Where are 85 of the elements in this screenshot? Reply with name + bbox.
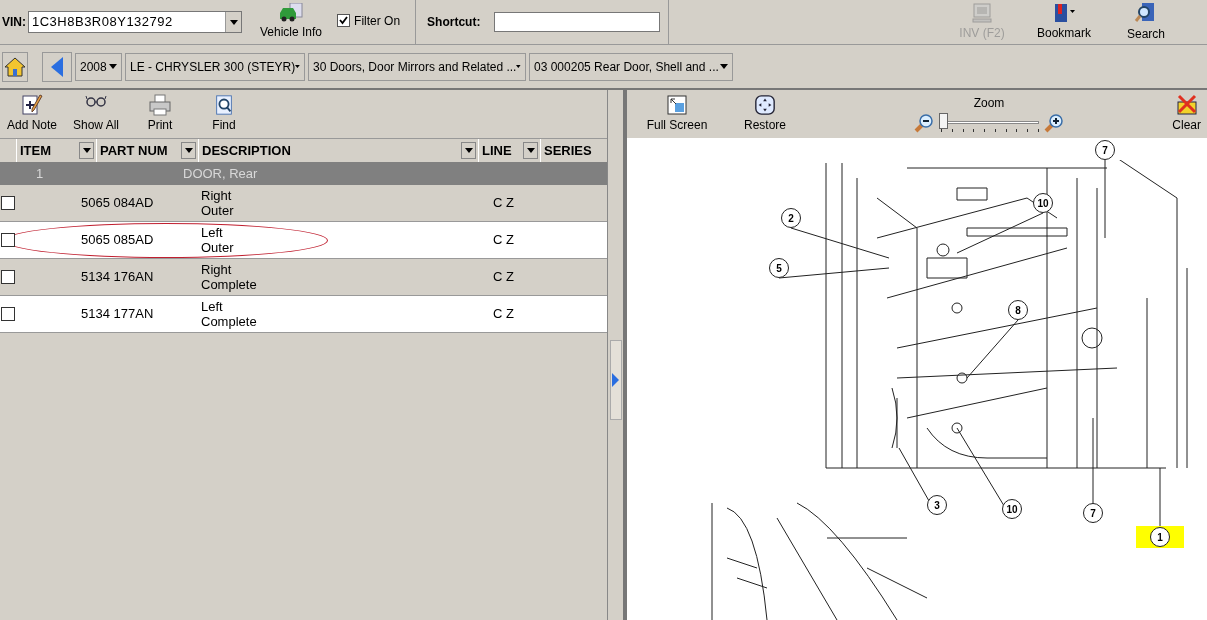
line-code: C Z (493, 194, 514, 213)
row-checkbox[interactable] (1, 307, 15, 321)
zoom-slider[interactable] (937, 112, 1041, 134)
callout-number[interactable]: 2 (780, 207, 802, 229)
filter-checkbox[interactable] (337, 14, 351, 27)
back-arrow-icon (50, 55, 64, 78)
dropdown-caret-icon (82, 148, 91, 153)
part-row[interactable]: 5065 085AD Left Outer C Z (0, 222, 607, 259)
vin-field[interactable]: 1C3H8B3R08Y132792 (28, 11, 242, 33)
callout-number[interactable]: 10 (1032, 192, 1054, 214)
line-code: C Z (493, 231, 514, 250)
row-checkbox[interactable] (1, 196, 15, 210)
filter-label: Filter On (354, 12, 401, 30)
breadcrumb-select[interactable]: 30 Doors, Door Mirrors and Related ... (308, 52, 526, 81)
callout-number[interactable]: 8 (1007, 299, 1029, 321)
column-filter-button[interactable] (79, 142, 94, 159)
part-number: 5065 084AD (81, 194, 155, 213)
callout-number[interactable]: 3 (926, 494, 948, 516)
group-title: DOOR, Rear (182, 164, 258, 183)
add-note-button[interactable]: Add Note (0, 94, 64, 134)
part-row[interactable]: 5134 177AN Left Complete C Z (0, 296, 607, 333)
breadcrumb-select[interactable]: 03 000205 Rear Door, Shell and ... (529, 52, 733, 81)
restore-button[interactable]: Restore (727, 94, 803, 134)
part-number: 5134 177AN (81, 305, 155, 324)
note-pencil-icon (20, 94, 44, 116)
group-item-number: 1 (35, 164, 45, 183)
dropdown-caret-icon (229, 19, 238, 25)
home-icon (4, 56, 26, 77)
back-button[interactable] (42, 51, 72, 82)
clear-button[interactable]: Clear (1172, 94, 1201, 134)
dropdown-caret-icon (109, 64, 117, 69)
breadcrumb-select[interactable]: 2008 (75, 52, 122, 81)
zoom-slider-thumb[interactable] (938, 113, 948, 129)
column-filter-button[interactable] (181, 142, 196, 159)
bookmark-button[interactable]: Bookmark (1023, 2, 1105, 42)
printer-icon (148, 94, 172, 116)
part-description: Right (201, 188, 233, 203)
collapse-panel-button[interactable] (609, 340, 622, 420)
part-number: 5134 176AN (81, 268, 155, 287)
callout-number[interactable]: 7 (1082, 502, 1104, 524)
dropdown-caret-icon (526, 148, 535, 153)
car-icon (278, 3, 304, 23)
dropdown-caret-icon (516, 64, 521, 69)
dropdown-caret-icon (184, 148, 193, 153)
print-button[interactable]: Print (128, 94, 192, 134)
dropdown-caret-icon (464, 148, 473, 153)
zoom-out-icon[interactable] (913, 112, 935, 134)
part-description: Left (201, 299, 224, 314)
callout-number[interactable]: 5 (768, 257, 790, 279)
callout-number[interactable]: 1 (1136, 526, 1184, 548)
part-description: Right (201, 262, 233, 277)
clear-icon (1174, 94, 1199, 116)
show-all-button[interactable]: Show All (64, 94, 128, 134)
zoom-in-icon[interactable] (1043, 112, 1065, 134)
expand-arrow-icon (612, 373, 619, 387)
part-description: Outer (201, 240, 235, 255)
home-button[interactable] (2, 51, 28, 82)
line-code: C Z (493, 305, 514, 324)
vin-label: VIN: (2, 14, 26, 31)
callout-number[interactable]: 7 (1094, 139, 1116, 161)
shortcut-field[interactable] (494, 12, 661, 32)
column-filter-button[interactable] (461, 142, 476, 159)
part-description: Left (201, 225, 224, 240)
full-screen-button[interactable]: Full Screen (639, 94, 715, 134)
dropdown-caret-icon (295, 64, 300, 69)
search-button[interactable]: Search (1105, 1, 1187, 43)
restore-icon (753, 94, 777, 116)
row-checkbox[interactable] (1, 233, 15, 247)
callout-number[interactable]: 10 (1001, 498, 1023, 520)
fullscreen-icon (666, 94, 688, 116)
line-code: C Z (493, 268, 514, 287)
glasses-icon (85, 94, 107, 108)
part-description: Outer (201, 203, 235, 218)
breadcrumb-select[interactable]: LE - CHRYSLER 300 (STEYR) (125, 52, 305, 81)
dropdown-caret-icon (720, 64, 728, 69)
column-filter-button[interactable] (523, 142, 538, 159)
part-description: Complete (201, 314, 258, 329)
part-number: 5065 085AD (81, 231, 155, 250)
zoom-label: Zoom (973, 95, 1005, 112)
find-button[interactable]: Find (192, 94, 256, 134)
part-description: Complete (201, 277, 258, 292)
row-checkbox[interactable] (1, 270, 15, 284)
vehicle-info-button[interactable]: Vehicle Info (260, 3, 323, 41)
book-icon (1052, 2, 1076, 24)
shortcut-label: Shortcut: (427, 14, 481, 31)
